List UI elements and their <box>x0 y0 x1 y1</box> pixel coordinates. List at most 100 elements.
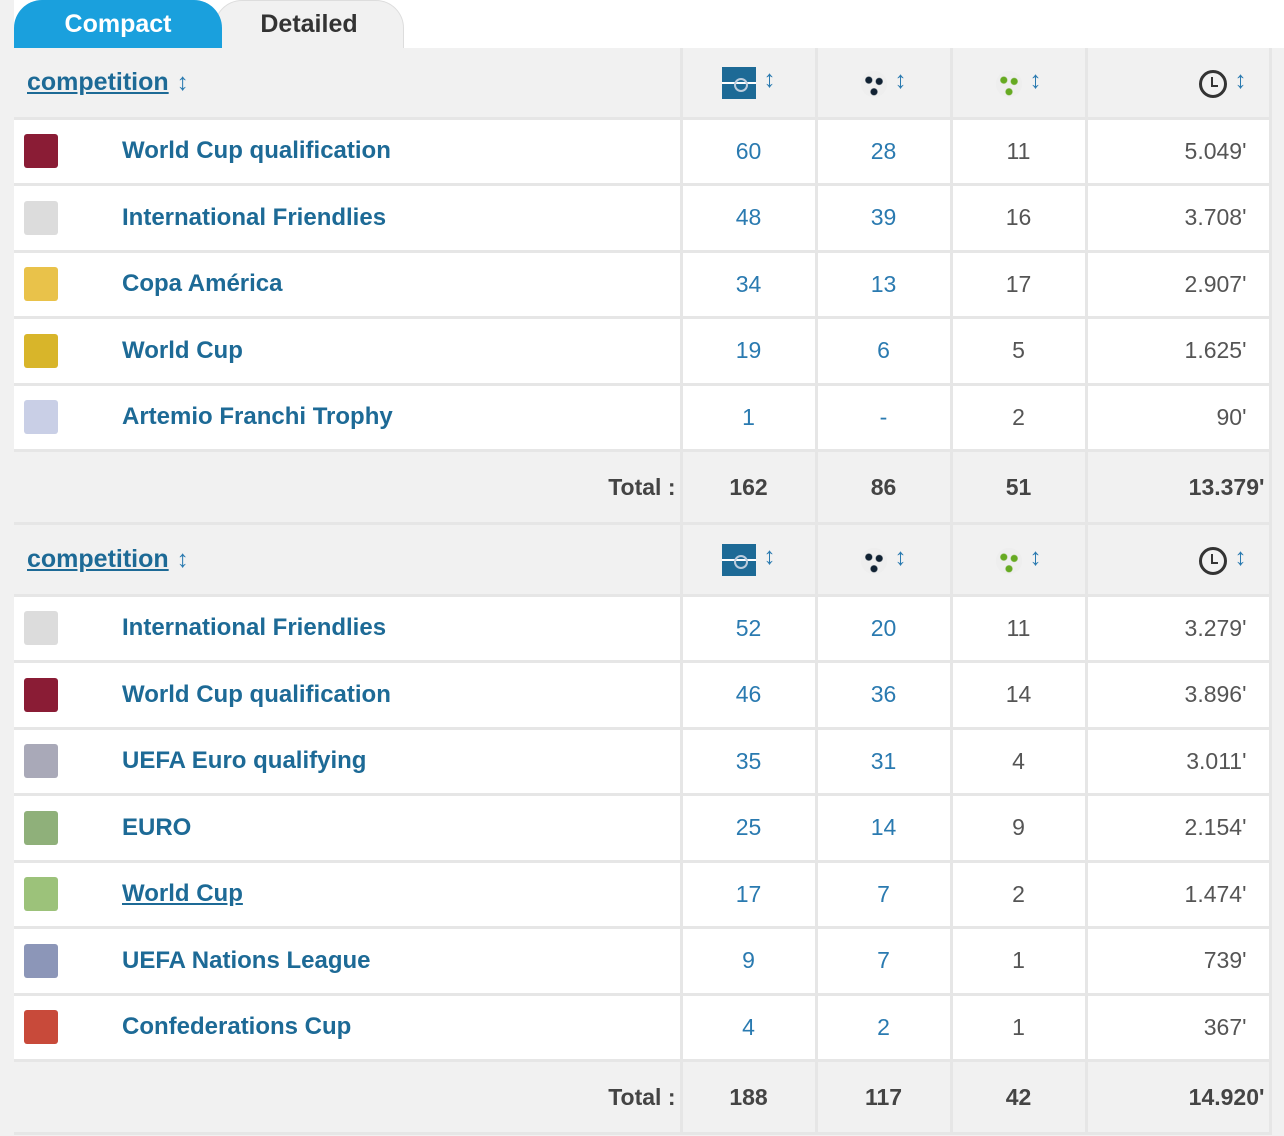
competition-link[interactable]: UEFA Nations League <box>122 947 370 974</box>
total-assists: 42 <box>951 1060 1088 1135</box>
column-header[interactable]: ↕ <box>816 525 953 597</box>
total-row: Total :162 86 51 13.379' <box>14 450 1272 525</box>
column-header[interactable]: ↕ <box>951 48 1088 120</box>
competition-logo-icon <box>24 943 58 978</box>
appearances-link[interactable]: 35 <box>736 748 762 774</box>
goals-link[interactable]: 7 <box>877 881 890 907</box>
goals-link[interactable]: 6 <box>877 337 890 363</box>
assists-value: 1 <box>1012 947 1025 974</box>
sort-icon[interactable]: ↕ <box>177 69 189 96</box>
appearances-link[interactable]: 60 <box>736 138 762 164</box>
competition-link[interactable]: Copa América <box>122 270 283 297</box>
minutes-value: 1.474' <box>1184 880 1247 907</box>
competition-link[interactable]: International Friendlies <box>122 204 386 231</box>
column-header[interactable]: ↕ <box>681 48 818 120</box>
goals-link[interactable]: 7 <box>877 947 890 973</box>
appearances-link[interactable]: 46 <box>736 681 762 707</box>
assists-icon <box>995 548 1022 575</box>
assists-value: 5 <box>1012 337 1025 364</box>
competition-link[interactable]: World Cup qualification <box>122 137 391 164</box>
competition-link[interactable]: Confederations Cup <box>122 1013 351 1040</box>
sort-icon[interactable]: ↕ <box>1235 544 1247 571</box>
sort-icon[interactable]: ↕ <box>895 67 907 94</box>
appearances-link[interactable]: 1 <box>742 404 755 430</box>
competition-link[interactable]: UEFA Euro qualifying <box>122 747 366 774</box>
sort-icon[interactable]: ↕ <box>1235 67 1247 94</box>
goals-link[interactable]: 39 <box>871 204 897 230</box>
appearances-link[interactable]: 19 <box>736 337 762 363</box>
assists-value: 17 <box>1005 270 1032 297</box>
total-goals: 117 <box>816 1060 953 1135</box>
table-row: Copa América 34 13 17 2.907' <box>14 251 1272 319</box>
assists-value: 2 <box>1012 403 1025 430</box>
goals-link[interactable]: 13 <box>871 271 897 297</box>
competition-link[interactable]: World Cup <box>122 337 243 364</box>
appearances-link[interactable]: 48 <box>736 204 762 230</box>
appearances-link[interactable]: 4 <box>742 1014 755 1040</box>
appearances-link[interactable]: 17 <box>736 881 762 907</box>
tab-compact[interactable]: Compact <box>14 0 222 48</box>
tab-detailed[interactable]: Detailed <box>214 0 404 48</box>
goals-link[interactable]: 31 <box>871 748 897 774</box>
competition-table: competition ↕ ↕ ↕ ↕ ↕ World Cup qualification … <box>14 48 1272 525</box>
column-header[interactable]: ↕ <box>1086 48 1272 120</box>
minutes-icon <box>1198 69 1227 98</box>
minutes-value: 90' <box>1216 403 1247 430</box>
competition-link[interactable]: International Friendlies <box>122 614 386 641</box>
column-header[interactable]: ↕ <box>816 48 953 120</box>
total-goals: 86 <box>816 450 953 525</box>
minutes-value: 3.011' <box>1186 747 1247 774</box>
goals-link[interactable]: 2 <box>877 1014 890 1040</box>
competition-link[interactable]: EURO <box>122 814 191 841</box>
total-minutes: 14.920' <box>1086 1060 1272 1135</box>
goals-link[interactable]: 36 <box>871 681 897 707</box>
minutes-value: 367' <box>1203 1013 1247 1040</box>
total-label: Total : <box>14 1060 683 1135</box>
sort-icon[interactable]: ↕ <box>764 66 776 93</box>
total-appearances: 162 <box>681 450 818 525</box>
appearances-link[interactable]: 9 <box>742 947 755 973</box>
competition-logo-icon <box>24 810 58 845</box>
appearances-link[interactable]: 52 <box>736 615 762 641</box>
assists-value: 16 <box>1005 204 1032 231</box>
appearances-link[interactable]: 34 <box>736 271 762 297</box>
competition-table: competition ↕ ↕ ↕ ↕ ↕ International Friendlies… <box>14 525 1272 1135</box>
sort-icon[interactable]: ↕ <box>764 543 776 570</box>
sort-icon[interactable]: ↕ <box>177 546 189 573</box>
competition-link[interactable]: Artemio Franchi Trophy <box>122 403 393 430</box>
total-row: Total :188 117 42 14.920' <box>14 1060 1272 1135</box>
minutes-value: 2.907' <box>1184 270 1247 297</box>
table-row: International Friendlies 52 20 11 3.279' <box>14 595 1272 663</box>
column-header[interactable]: ↕ <box>951 525 1088 597</box>
assists-value: 1 <box>1012 1013 1025 1040</box>
minutes-value: 3.896' <box>1184 681 1247 708</box>
assists-value: 11 <box>1006 137 1031 164</box>
competition-link[interactable]: World Cup qualification <box>122 681 391 708</box>
assists-value: 4 <box>1012 747 1025 774</box>
table-row: UEFA Euro qualifying 35 31 4 3.011' <box>14 728 1272 796</box>
competition-header[interactable]: competition ↕ <box>14 48 683 120</box>
table-row: International Friendlies 48 39 16 3.708' <box>14 184 1272 253</box>
minutes-icon <box>1198 546 1227 575</box>
table-row: World Cup 17 7 2 1.474' <box>14 861 1272 929</box>
sort-icon[interactable]: ↕ <box>895 544 907 571</box>
stats-tables: competition ↕ ↕ ↕ ↕ ↕ World Cup qualification … <box>14 48 1272 1135</box>
competition-header[interactable]: competition ↕ <box>14 525 683 597</box>
header-row: competition ↕ ↕ ↕ ↕ ↕ <box>14 525 1272 597</box>
goals-link[interactable]: 14 <box>871 814 897 840</box>
competition-link[interactable]: World Cup <box>122 880 243 907</box>
sort-icon[interactable]: ↕ <box>1030 67 1042 94</box>
table-row: Confederations Cup 4 2 1 367' <box>14 994 1272 1062</box>
column-header[interactable]: ↕ <box>1086 525 1272 597</box>
appearances-link[interactable]: 25 <box>736 814 762 840</box>
goals-link[interactable]: - <box>880 404 888 430</box>
minutes-value: 739' <box>1203 947 1247 974</box>
sort-icon[interactable]: ↕ <box>1030 544 1042 571</box>
table-row: EURO 25 14 9 2.154' <box>14 794 1272 863</box>
total-minutes: 13.379' <box>1086 450 1272 525</box>
goals-link[interactable]: 20 <box>871 615 897 641</box>
table-row: UEFA Nations League 9 7 1 739' <box>14 927 1272 996</box>
column-header[interactable]: ↕ <box>681 525 818 597</box>
goals-link[interactable]: 28 <box>871 138 897 164</box>
appearances-icon <box>721 543 756 576</box>
